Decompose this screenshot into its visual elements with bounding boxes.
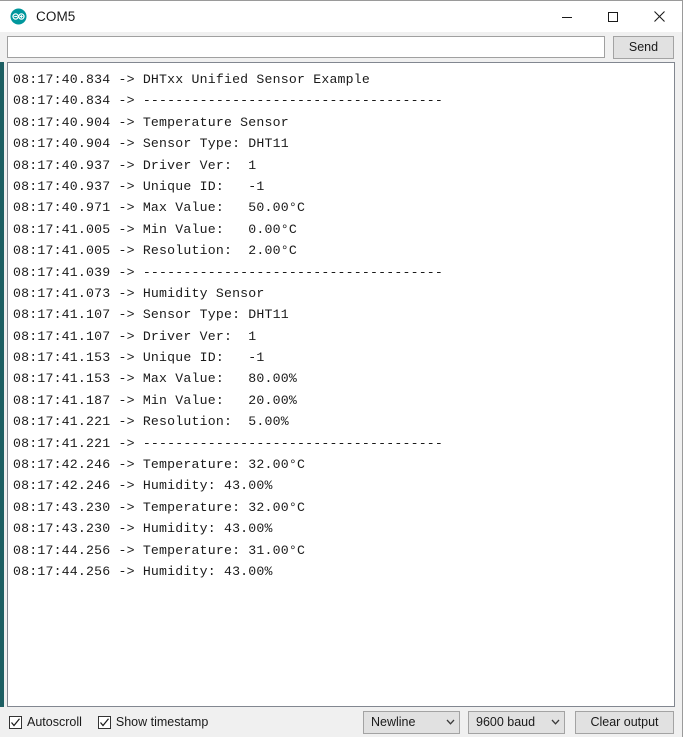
close-button[interactable] — [636, 1, 682, 32]
minimize-button[interactable] — [544, 1, 590, 32]
line-ending-value: Newline — [371, 715, 416, 729]
chevron-down-icon — [442, 719, 459, 725]
window-left-accent — [0, 2, 4, 737]
serial-output-line: 08:17:40.834 -> ------------------------… — [13, 93, 444, 109]
serial-output-line: 08:17:44.256 -> Temperature: 31.00°C — [13, 542, 306, 558]
autoscroll-label: Autoscroll — [27, 715, 82, 729]
serial-output-line: 08:17:41.153 -> Max Value: 80.00% — [13, 371, 297, 387]
serial-output-line: 08:17:41.039 -> ------------------------… — [13, 264, 444, 280]
show-timestamp-label: Show timestamp — [115, 715, 209, 729]
maximize-icon — [608, 11, 618, 22]
window-title: COM5 — [36, 9, 76, 24]
clear-output-button[interactable]: Clear output — [575, 710, 674, 734]
status-bar: Autoscroll Show timestamp Newline 9600 b… — [0, 707, 682, 737]
serial-output-line: 08:17:41.221 -> ------------------------… — [13, 435, 444, 451]
serial-output-line: 08:17:43.230 -> Humidity: 43.00% — [13, 521, 273, 537]
baud-rate-dropdown[interactable]: 9600 baud — [468, 710, 565, 734]
send-button[interactable]: Send — [613, 35, 674, 59]
serial-output-line: 08:17:42.246 -> Temperature: 32.00°C — [13, 457, 306, 473]
serial-output-line: 08:17:41.005 -> Resolution: 2.00°C — [13, 243, 297, 259]
serial-output-line: 08:17:40.937 -> Unique ID: -1 — [13, 178, 265, 194]
serial-output-line: 08:17:41.187 -> Min Value: 20.00% — [13, 392, 297, 408]
show-timestamp-checkbox-box — [97, 715, 111, 729]
line-ending-dropdown[interactable]: Newline — [363, 710, 460, 734]
serial-output-line: 08:17:40.834 -> DHTxx Unified Sensor Exa… — [13, 72, 371, 87]
serial-output-line: 08:17:41.153 -> Unique ID: -1 — [13, 350, 265, 366]
serial-output-line: 08:17:43.230 -> Temperature: 32.00°C — [13, 499, 306, 515]
arduino-infinity-logo-icon — [10, 8, 27, 25]
show-timestamp-checkbox[interactable]: Show timestamp — [97, 715, 209, 729]
minimize-icon — [562, 16, 572, 18]
serial-output-line: 08:17:41.073 -> Humidity Sensor — [13, 285, 265, 301]
maximize-button[interactable] — [590, 1, 636, 32]
window-controls — [544, 1, 682, 32]
close-icon — [653, 11, 665, 22]
checkmark-icon — [99, 717, 109, 726]
serial-output-line: 08:17:41.221 -> Resolution: 5.00% — [13, 414, 289, 430]
serial-monitor-window: COM5 Send 08:17:40.834 -> DHTxx Unified … — [0, 0, 683, 737]
serial-output-panel[interactable]: 08:17:40.834 -> DHTxx Unified Sensor Exa… — [7, 62, 675, 707]
autoscroll-checkbox[interactable]: Autoscroll — [9, 715, 82, 729]
serial-output-line: 08:17:40.971 -> Max Value: 50.00°C — [13, 200, 306, 216]
serial-output-line: 08:17:40.937 -> Driver Ver: 1 — [13, 157, 257, 173]
serial-output-line: 08:17:41.107 -> Driver Ver: 1 — [13, 328, 257, 344]
autoscroll-checkbox-box — [9, 715, 22, 729]
serial-output-line: 08:17:41.107 -> Sensor Type: DHT11 — [13, 307, 289, 323]
checkmark-icon — [11, 717, 20, 726]
serial-output-line: 08:17:40.904 -> Temperature Sensor — [13, 114, 289, 130]
send-message-input[interactable] — [7, 36, 605, 58]
serial-output-line: 08:17:40.904 -> Sensor Type: DHT11 — [13, 136, 289, 152]
title-bar-left: COM5 — [0, 8, 75, 25]
chevron-down-icon — [547, 719, 564, 725]
serial-output-line: 08:17:44.256 -> Humidity: 43.00% — [13, 563, 273, 579]
title-bar: COM5 — [0, 1, 682, 32]
serial-output-line: 08:17:42.246 -> Humidity: 43.00% — [13, 478, 273, 494]
baud-rate-value: 9600 baud — [476, 715, 536, 729]
serial-output-line: 08:17:41.005 -> Min Value: 0.00°C — [13, 221, 297, 237]
serial-output-text: 08:17:40.834 -> DHTxx Unified Sensor Exa… — [8, 63, 674, 582]
send-row: Send — [0, 32, 682, 62]
